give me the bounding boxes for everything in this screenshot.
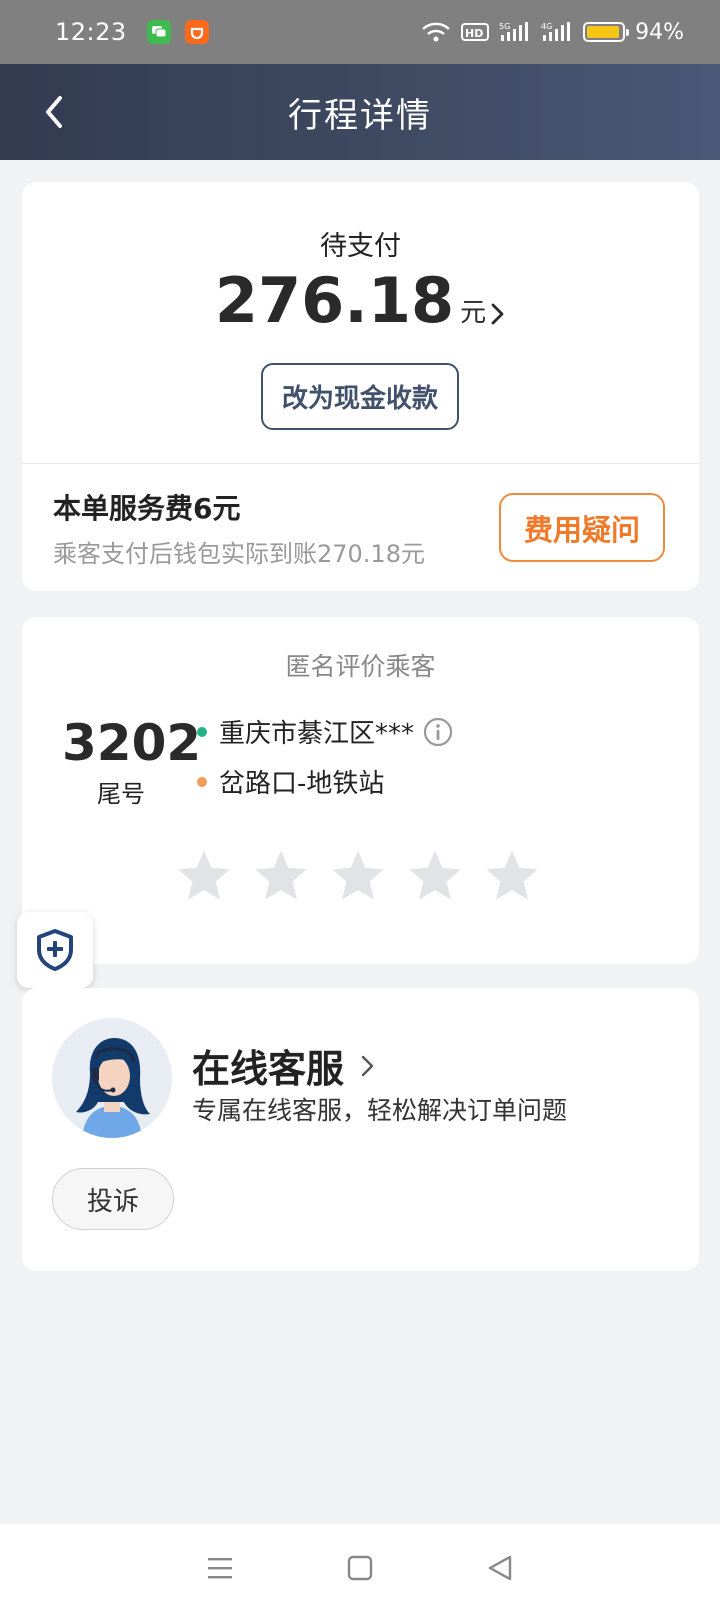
star-icon[interactable] [175,847,233,905]
star-icon[interactable] [329,847,387,905]
status-indicators: HD 5G 4G 94% [421,20,684,45]
complain-button[interactable]: 投诉 [52,1168,174,1230]
rating-card: 匿名评价乘客 3202 尾号 重庆市綦江区*** 岔路口-地铁站 [22,617,699,964]
back-nav-button[interactable] [480,1548,520,1588]
chevron-right-icon [361,1055,374,1076]
menu-nav-button[interactable] [200,1548,240,1588]
chevron-right-icon [491,303,504,325]
origin-dot [197,726,207,737]
tail-number-label: 尾号 [97,780,145,808]
chat-app-icon [146,20,171,44]
battery-icon [583,22,630,42]
online-support-link[interactable]: 在线客服 [192,1038,376,1093]
amount-row[interactable]: 276.18 元 [22,264,699,337]
battery-percent: 94% [635,19,684,45]
safety-shield-button[interactable] [17,912,93,988]
signal-4g-icon: 4G [541,22,571,41]
route-origin: 重庆市綦江区*** [197,713,454,750]
support-avatar [52,1018,172,1138]
page-title: 行程详情 [288,95,432,136]
star-icon[interactable] [406,847,464,905]
rating-title: 匿名评价乘客 [285,652,436,681]
star-rating [175,847,541,905]
service-fee-subtitle: 乘客支付后钱包实际到账270.18元 [53,540,425,568]
svg-text:4G: 4G [541,22,552,31]
info-icon[interactable] [422,716,454,748]
fee-question-button[interactable]: 费用疑问 [499,493,665,562]
tail-number: 3202 [62,714,202,772]
chevron-left-icon [46,96,62,128]
back-triangle-icon [488,1555,512,1581]
svg-text:5G: 5G [499,22,510,31]
support-title: 在线客服 [192,1047,345,1091]
home-square-icon [347,1555,373,1581]
cash-payment-button[interactable]: 改为现金收款 [261,363,459,430]
star-icon[interactable] [252,847,310,905]
wifi-icon [422,22,450,42]
destination-dot [197,776,207,787]
destination-text: 岔路口-地铁站 [219,769,385,799]
app-header: 行程详情 [0,64,720,160]
amount-unit: 元 [460,298,487,328]
support-card: 在线客服 专属在线客服，轻松解决订单问题 投诉 [22,988,699,1271]
payment-amount: 276.18 [214,264,455,337]
svg-text:HD: HD [465,27,483,40]
status-time: 12:23 [55,18,127,46]
signal-5g-icon: 5G [499,22,529,41]
home-nav-button[interactable] [340,1548,380,1588]
didi-app-icon [184,20,209,44]
star-icon[interactable] [483,847,541,905]
payment-card: 待支付 276.18 元 改为现金收款 本单服务费6元 乘客支付后钱包实际到账2… [22,182,699,591]
shield-icon [37,929,73,971]
divider [22,463,699,464]
service-fee-title: 本单服务费6元 [53,492,241,525]
status-bar: 12:23 HD 5G 4G 94% [0,0,720,64]
menu-icon [208,1558,232,1579]
payment-status-label: 待支付 [320,231,401,262]
hd-icon: HD [461,23,490,41]
origin-text: 重庆市綦江区*** [219,719,415,749]
back-button[interactable] [36,92,76,132]
system-nav-bar [0,1524,720,1612]
route-destination: 岔路口-地铁站 [197,763,384,800]
support-subtitle: 专属在线客服，轻松解决订单问题 [192,1096,568,1125]
